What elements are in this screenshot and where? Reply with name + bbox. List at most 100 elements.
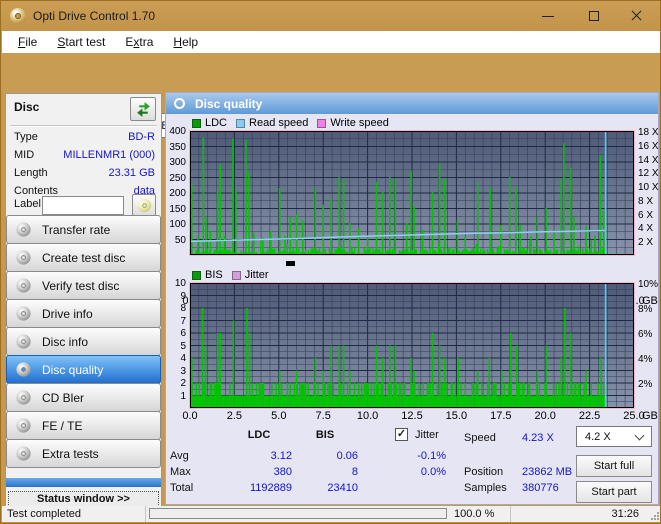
right-tick-label: 12 X <box>638 168 659 180</box>
jitter-checkbox-label: Jitter <box>415 429 439 441</box>
app-disc-icon <box>10 8 26 24</box>
disc-row-value: 23.31 GB <box>108 167 155 179</box>
disc-icon <box>16 306 31 321</box>
disc-icon <box>16 362 31 377</box>
ldc-chart: 0.02.55.07.510.012.515.017.520.022.525.0… <box>166 126 660 307</box>
disc-row-label: Length <box>14 167 48 179</box>
right-tick-label: 18 X <box>638 127 659 138</box>
sidebar-item-label: Create test disc <box>42 250 126 265</box>
menu-item-start-test[interactable]: Start test <box>47 33 115 51</box>
main-panel: Disc quality LDC Read speed Write speed 0.… <box>165 92 659 505</box>
progress-percent: 100.0 % <box>454 508 495 520</box>
statusbar-separator-2 <box>510 506 511 522</box>
stats-table: ✓ Jitter LDC BIS Avg 3.12 0.06 -0.1% Max 380 8 0.… <box>170 426 572 504</box>
y-tick-label: 4 <box>180 353 186 364</box>
sidebar: Disc Type BD-R MID MILLENMR1 (000) Length 23.… <box>5 93 162 507</box>
stats-jitter-value: 0.0% <box>420 466 446 478</box>
right-tick-label: 4 X <box>638 223 654 235</box>
disc-row-value: MILLENMR1 (000) <box>63 149 155 161</box>
y-tick-label: 1 <box>180 390 186 402</box>
sidebar-item-drive-info[interactable]: Drive info <box>6 299 161 328</box>
disc-icon <box>16 334 31 349</box>
disc-row-mid: MID MILLENMR1 (000) <box>14 149 155 163</box>
cursor-marker <box>286 261 295 266</box>
status-bar: Test completed 100.0 % 31:26 <box>2 506 660 522</box>
x-tick-label: 15.0 <box>445 410 468 422</box>
sidebar-nav: Transfer rate Create test disc Verify test… <box>6 215 161 468</box>
toolbar: Drive (G:) HL-DT-ST BD-RE WH16NS48 1.D3 … <box>2 53 660 139</box>
right-tick-label: 16 X <box>638 140 659 152</box>
stats-row-label: Total <box>170 482 194 494</box>
y-tick-label: 250 <box>169 172 186 184</box>
status-text: Test completed <box>7 508 81 520</box>
resize-grip[interactable] <box>651 512 659 520</box>
status-window-button[interactable]: Status window >> <box>8 491 159 507</box>
quality-speed-select[interactable]: 4.2 X <box>576 426 652 447</box>
legend-swatch-ldc <box>192 118 201 128</box>
title-bar: Opti Drive Control 1.70 <box>1 1 660 31</box>
sidebar-item-label: CD Bler <box>42 390 85 405</box>
right-tick-label: 8% <box>638 304 653 315</box>
start-part-button[interactable]: Start part <box>576 481 652 503</box>
right-tick-label: 10% <box>638 279 659 290</box>
elapsed-time: 31:26 <box>611 508 639 520</box>
sidebar-item-fe-te[interactable]: FE / TE <box>6 411 161 440</box>
sidebar-item-transfer-rate[interactable]: Transfer rate <box>6 215 161 244</box>
legend-swatch-bis <box>192 270 201 280</box>
stats-bis-value: 23410 <box>327 482 358 494</box>
legend-swatch-read-speed <box>236 118 246 128</box>
disc-icon <box>16 418 31 433</box>
x-tick-label: 7.5 <box>315 410 331 422</box>
maximize-button[interactable] <box>574 1 614 31</box>
menu-item-extra[interactable]: Extra <box>115 33 163 51</box>
y-tick-label: 300 <box>169 157 186 168</box>
y-tick-label: 200 <box>169 188 186 199</box>
legend-label-write-speed: Write speed <box>330 117 389 129</box>
menu-item-file[interactable]: File <box>8 33 47 51</box>
stats-jitter-value: -0.1% <box>417 450 446 462</box>
x-tick-label: 12.5 <box>401 410 423 422</box>
stats-header-bis: BIS <box>315 429 335 441</box>
right-tick-label: 2 X <box>638 237 654 249</box>
label-input[interactable] <box>42 196 124 215</box>
disc-label-button[interactable] <box>132 194 156 216</box>
chart2-legend: BIS Jitter <box>192 269 278 281</box>
info-label-position: Position <box>464 466 504 478</box>
y-tick-label: 400 <box>169 126 186 137</box>
sidebar-item-label: Drive info <box>42 306 93 321</box>
sidebar-spacer <box>6 478 161 487</box>
stats-header-ldc: LDC <box>247 429 271 441</box>
close-button[interactable] <box>616 1 656 31</box>
disc-panel-title: Disc <box>14 100 40 114</box>
stats-ldc-value: 3.12 <box>270 450 292 462</box>
x-axis-unit: GB <box>642 410 658 422</box>
sidebar-item-cd-bler[interactable]: CD Bler <box>6 383 161 412</box>
sidebar-item-label: FE / TE <box>42 418 83 433</box>
sidebar-item-create-test-disc[interactable]: Create test disc <box>6 243 161 272</box>
legend-label-jitter: Jitter <box>244 269 269 281</box>
x-tick-label: 10.0 <box>356 410 379 422</box>
sidebar-item-label: Disc quality <box>42 362 104 377</box>
y-tick-label: 100 <box>169 219 186 230</box>
info-label-speed: Speed <box>464 432 496 444</box>
right-tick-label: 6% <box>638 329 653 340</box>
sidebar-item-verify-test-disc[interactable]: Verify test disc <box>6 271 161 300</box>
sidebar-item-disc-quality[interactable]: Disc quality <box>6 355 161 384</box>
stats-bis-value: 8 <box>351 466 358 478</box>
bis-plot <box>189 282 635 409</box>
disc-icon <box>16 446 31 461</box>
disc-row-type: Type BD-R <box>14 131 155 145</box>
disc-row-label: MID <box>14 149 35 161</box>
sidebar-item-extra-tests[interactable]: Extra tests <box>6 439 161 468</box>
menu-item-help[interactable]: Help <box>163 33 208 51</box>
bis-chart: 0.0 2.5 5.0 7.5 10.0 12.5 15.0 17.5 20.0 22.5 25.0… <box>166 278 660 423</box>
refresh-disc-button[interactable] <box>130 97 156 121</box>
sidebar-item-disc-info[interactable]: Disc info <box>6 327 161 356</box>
minimize-button[interactable] <box>528 1 568 31</box>
panel-header: Disc quality <box>166 93 658 114</box>
window-title: Opti Drive Control 1.70 <box>33 9 156 23</box>
statusbar-separator <box>145 506 146 522</box>
jitter-checkbox[interactable]: ✓ <box>395 428 408 441</box>
start-full-button[interactable]: Start full <box>576 455 652 477</box>
y-tick-label: 9 <box>180 290 186 302</box>
